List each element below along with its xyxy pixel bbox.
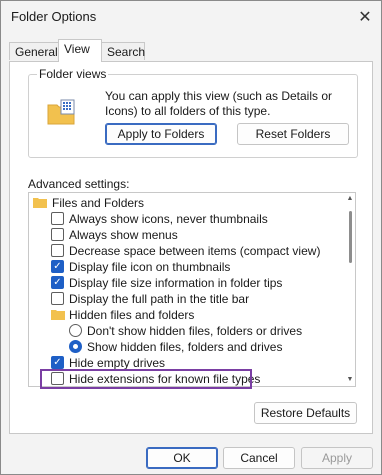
checkbox[interactable] <box>51 212 64 225</box>
scroll-down-arrow-icon[interactable]: ▼ <box>346 376 354 384</box>
advanced-settings-tree[interactable]: Files and Folders Always show icons, nev… <box>28 192 356 387</box>
folder-views-label: Folder views <box>37 67 109 81</box>
folder-views-description: You can apply this view (such as Details… <box>105 89 333 118</box>
radio-button-selected[interactable] <box>69 340 82 353</box>
radio-button[interactable] <box>69 324 82 337</box>
tab-general[interactable]: General <box>9 42 59 60</box>
tab-view[interactable]: View <box>58 39 102 62</box>
cancel-button[interactable]: Cancel <box>223 447 295 469</box>
tab-search[interactable]: Search <box>101 42 145 60</box>
restore-defaults-button[interactable]: Restore Defaults <box>254 402 357 424</box>
folder-views-group: Folder views You can apply this view (su… <box>28 67 358 158</box>
highlight-box <box>40 369 252 389</box>
title-bar: Folder Options ✕ <box>1 1 381 33</box>
checkbox[interactable] <box>51 292 64 305</box>
window-title: Folder Options <box>11 9 97 24</box>
ok-button[interactable]: OK <box>146 447 218 469</box>
folder-options-dialog: Folder Options ✕ General View Search Fol… <box>0 0 382 475</box>
apply-to-folders-button[interactable]: Apply to Folders <box>105 123 217 145</box>
scroll-up-arrow-icon[interactable]: ▲ <box>346 195 354 203</box>
checkbox[interactable] <box>51 228 64 241</box>
apply-button[interactable]: Apply <box>301 447 373 469</box>
checkbox[interactable] <box>51 244 64 257</box>
checkbox-checked[interactable]: ✓ <box>51 276 64 289</box>
reset-folders-button[interactable]: Reset Folders <box>237 123 349 145</box>
checkbox-checked[interactable]: ✓ <box>51 260 64 273</box>
folder-icon <box>51 310 65 320</box>
tree-scrollbar[interactable]: ▲ ▼ <box>345 193 355 386</box>
folder-icon <box>33 198 47 208</box>
checkbox-checked[interactable]: ✓ <box>51 356 64 369</box>
folder-views-icon <box>47 99 75 125</box>
close-button[interactable]: ✕ <box>349 1 381 33</box>
scroll-thumb[interactable] <box>349 211 352 263</box>
advanced-settings-label: Advanced settings: <box>28 177 130 191</box>
